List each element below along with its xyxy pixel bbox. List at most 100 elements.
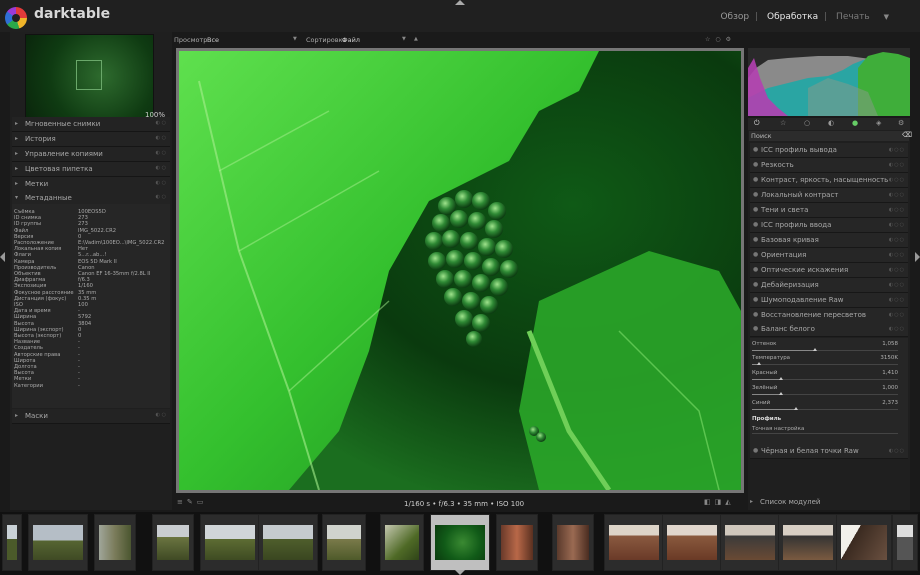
module-options-icon[interactable]: ◐○○ xyxy=(889,326,905,332)
power-icon[interactable]: ⏻ xyxy=(754,119,760,128)
module-power-icon[interactable]: ● xyxy=(753,447,758,454)
top-panel-toggle-icon[interactable] xyxy=(455,0,465,5)
module-local-contrast[interactable]: ● Локальный контраст ◐○○ xyxy=(750,188,908,203)
module-demosaic[interactable]: ● Дебайеризация ◐○○ xyxy=(750,278,908,293)
color-label-icon[interactable]: ○ xyxy=(715,36,725,43)
overexposure-icon[interactable]: ◧ xyxy=(704,498,715,506)
filmstrip-thumb[interactable] xyxy=(892,514,918,571)
module-output-color-profile[interactable]: ● ICC профиль вывода ◐○○ xyxy=(750,143,908,158)
module-orientation[interactable]: ● Ориентация ◐○○ xyxy=(750,248,908,263)
module-options-icon[interactable]: ◐○○ xyxy=(889,312,905,318)
softproof-icon[interactable]: ◨ xyxy=(715,498,726,506)
module-duplicate-manager[interactable]: ▸ Управление копиями ◐ ○ xyxy=(12,147,170,162)
module-power-icon[interactable]: ● xyxy=(753,251,758,258)
module-options-icon[interactable]: ◐ ○ xyxy=(156,150,166,156)
histogram[interactable] xyxy=(748,48,910,116)
module-power-icon[interactable]: ● xyxy=(753,161,758,168)
module-power-icon[interactable]: ● xyxy=(753,325,758,332)
module-power-icon[interactable]: ● xyxy=(753,146,758,153)
filmstrip-thumb[interactable] xyxy=(152,514,194,571)
color-group-icon[interactable]: ● xyxy=(852,119,858,127)
module-options-icon[interactable]: ◐○○ xyxy=(889,448,905,454)
module-options-icon[interactable]: ◐○○ xyxy=(889,207,905,213)
right-panel-toggle-icon[interactable] xyxy=(915,252,920,262)
tone-group-icon[interactable]: ◐ xyxy=(828,119,834,127)
module-options-icon[interactable]: ◐○○ xyxy=(889,192,905,198)
effect-group-icon[interactable]: ⚙ xyxy=(898,119,904,127)
view-lighttable[interactable]: Обзор xyxy=(720,12,749,22)
module-lens-correction[interactable]: ● Оптические искажения ◐○○ xyxy=(750,263,908,278)
filmstrip-thumb[interactable] xyxy=(28,514,88,571)
module-white-balance[interactable]: ● Баланс белого ◐○○ xyxy=(750,322,908,337)
module-power-icon[interactable]: ● xyxy=(753,236,758,243)
module-options-icon[interactable]: ◐○○ xyxy=(889,282,905,288)
toolbar-right-icons[interactable]: ☆○⚙ xyxy=(705,36,736,43)
wb-tint-slider[interactable]: Оттенок 1,058 xyxy=(752,341,898,355)
module-shadows-highlights[interactable]: ● Тени и света ◐○○ xyxy=(750,203,908,218)
module-options-icon[interactable]: ◐ ○ xyxy=(156,180,166,186)
filmstrip-thumb[interactable] xyxy=(94,514,136,571)
main-image[interactable] xyxy=(179,51,741,490)
filmstrip-thumb[interactable] xyxy=(662,514,722,571)
favorites-icon[interactable]: ☆ xyxy=(780,119,786,127)
module-options-icon[interactable]: ◐○○ xyxy=(889,147,905,153)
star-icon[interactable]: ☆ xyxy=(705,36,715,43)
module-masks[interactable]: ▸ Маски ◐ ○ xyxy=(12,409,170,424)
sort-select[interactable]: Файл xyxy=(342,36,360,44)
module-power-icon[interactable]: ● xyxy=(753,266,758,273)
module-power-icon[interactable]: ● xyxy=(753,281,758,288)
filmstrip-thumb[interactable] xyxy=(604,514,664,571)
module-options-icon[interactable]: ◐○○ xyxy=(889,267,905,273)
filmstrip-thumb-selected[interactable] xyxy=(430,514,490,571)
bottom-right-icons[interactable]: ◧◨◭ xyxy=(704,498,735,506)
module-options-icon[interactable]: ◐ ○ xyxy=(156,165,166,171)
correct-group-icon[interactable]: ◈ xyxy=(876,119,881,127)
module-sharpen[interactable]: ● Резкость ◐○○ xyxy=(750,158,908,173)
module-search-input[interactable] xyxy=(749,131,909,141)
module-list-toggle[interactable]: Список модулей xyxy=(760,498,820,506)
display-icon[interactable]: ▭ xyxy=(197,498,208,506)
module-options-icon[interactable]: ◐ ○ xyxy=(156,120,166,126)
module-input-color-profile[interactable]: ● ICC профиль ввода ◐○○ xyxy=(750,218,908,233)
module-options-icon[interactable]: ◐○○ xyxy=(889,177,905,183)
basic-group-icon[interactable]: ○ xyxy=(804,119,810,127)
clear-search-icon[interactable]: ⌫ xyxy=(902,131,912,139)
wb-temperature-slider[interactable]: Температура 3150K xyxy=(752,355,898,369)
module-color-picker[interactable]: ▸ Цветовая пипетка ◐ ○ xyxy=(12,162,170,177)
module-tagging[interactable]: ▸ Метки ◐ ○ xyxy=(12,177,170,192)
module-power-icon[interactable]: ● xyxy=(753,176,758,183)
module-power-icon[interactable]: ● xyxy=(753,296,758,303)
module-raw-denoise[interactable]: ● Шумоподавление Raw ◐○○ xyxy=(750,293,908,308)
filmstrip-thumb[interactable] xyxy=(2,514,22,571)
module-power-icon[interactable]: ● xyxy=(753,206,758,213)
module-options-icon[interactable]: ◐○○ xyxy=(889,222,905,228)
bottom-left-icons[interactable]: ≡✎▭ xyxy=(177,498,207,506)
module-options-icon[interactable]: ◐ ○ xyxy=(156,194,166,200)
wb-blue-slider[interactable]: Синий 2,373 xyxy=(752,400,898,414)
wb-green-slider[interactable]: Зелёный 1,000 xyxy=(752,385,898,399)
filmstrip-thumb[interactable] xyxy=(380,514,424,571)
navigation-preview[interactable] xyxy=(25,34,154,118)
module-contrast-brightness-saturation[interactable]: ● Контраст, яркость, насыщенность ◐○○ xyxy=(750,173,908,188)
preferences-icon[interactable]: ⚙ xyxy=(726,36,736,43)
module-power-icon[interactable]: ● xyxy=(753,221,758,228)
wb-profile-select[interactable]: Точная настройка xyxy=(752,426,804,432)
styles-icon[interactable]: ✎ xyxy=(187,498,197,506)
bottom-panel-toggle-icon[interactable] xyxy=(455,570,465,575)
filmstrip-thumb[interactable] xyxy=(496,514,538,571)
gamut-icon[interactable]: ◭ xyxy=(725,498,734,506)
module-base-curve[interactable]: ● Базовая кривая ◐○○ xyxy=(750,233,908,248)
module-highlight-reconstruction[interactable]: ● Восстановление пересветов ◐○○ xyxy=(750,308,908,323)
sort-direction-icon[interactable]: ▲ xyxy=(414,36,418,42)
filmstrip-thumb[interactable] xyxy=(778,514,838,571)
filmstrip-thumb[interactable] xyxy=(258,514,318,571)
dropdown-arrow-icon[interactable]: ▼ xyxy=(402,36,406,42)
filmstrip-thumb[interactable] xyxy=(200,514,260,571)
views-more-icon[interactable]: ▼ xyxy=(884,13,889,21)
dropdown-arrow-icon[interactable]: ▼ xyxy=(293,36,297,42)
view-darkroom[interactable]: Обработка xyxy=(767,12,818,22)
wb-red-slider[interactable]: Красный 1,410 xyxy=(752,370,898,384)
module-snapshots[interactable]: ▸ Мгновенные снимки ◐ ○ xyxy=(12,117,170,132)
filmstrip-thumb[interactable] xyxy=(720,514,780,571)
module-options-icon[interactable]: ◐ ○ xyxy=(156,135,166,141)
